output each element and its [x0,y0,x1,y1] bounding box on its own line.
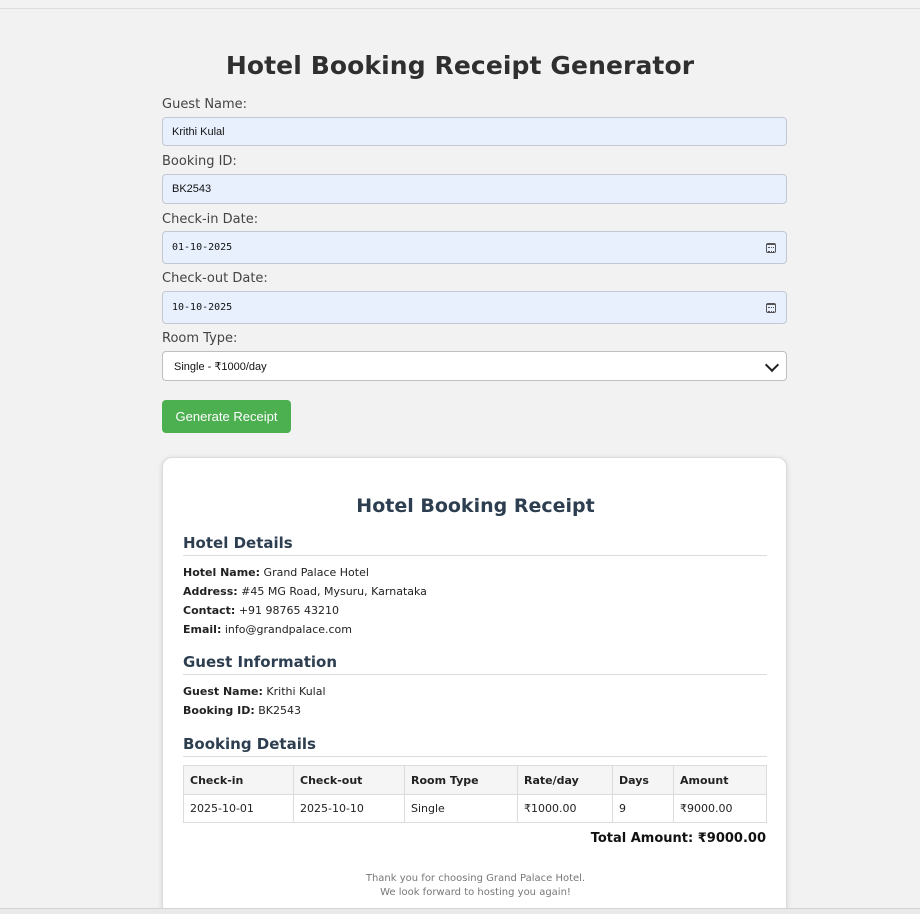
footer-line-2: We look forward to hosting you again! [380,887,571,898]
room-type-selected: Single - ₹1000/day [174,360,267,373]
table-header-row: Check-in Check-out Room Type Rate/day Da… [183,765,767,795]
chevron-down-icon [764,357,780,373]
bottom-divider [0,908,920,914]
col-room-type: Room Type [404,765,518,795]
check-in-value: 01-10-2025 [172,242,233,253]
check-out-label: Check-out Date: [162,271,268,286]
guest-info-heading: Guest Information [183,653,767,675]
receipt-booking-id-row: Booking ID: BK2543 [183,704,301,718]
check-out-value: 10-10-2025 [172,302,233,313]
receipt-card: Hotel Booking Receipt Hotel Details Hote… [162,457,787,914]
hotel-contact: +91 98765 43210 [238,604,340,617]
receipt-booking-id: BK2543 [258,704,302,717]
cell-check-out: 2025-10-10 [293,794,405,823]
receipt-guest-name-label: Guest Name: [183,685,263,698]
hotel-email-row: Email: info@grandpalace.com [183,623,352,637]
booking-id-label: Booking ID: [162,154,237,169]
room-type-select[interactable]: Single - ₹1000/day [162,351,787,381]
hotel-name-row: Hotel Name: Grand Palace Hotel [183,566,369,580]
calendar-icon[interactable] [766,242,776,253]
cell-days: 9 [612,794,674,823]
guest-name-input[interactable]: Krithi Kulal [162,117,787,146]
footer-line-1: Thank you for choosing Grand Palace Hote… [365,873,586,884]
col-check-in: Check-in [183,765,294,795]
generate-receipt-button[interactable]: Generate Receipt [162,400,291,433]
receipt-booking-id-label: Booking ID: [183,704,255,717]
hotel-details-heading: Hotel Details [183,534,767,556]
cell-rate: ₹1000.00 [517,794,613,823]
check-out-date-input[interactable]: 10-10-2025 [162,291,787,324]
booking-id-input[interactable]: BK2543 [162,174,787,204]
check-in-date-input[interactable]: 01-10-2025 [162,231,787,264]
booking-table: Check-in Check-out Room Type Rate/day Da… [183,765,767,823]
calendar-icon[interactable] [766,302,776,313]
booking-id-value: BK2543 [172,183,212,195]
receipt-guest-name-row: Guest Name: Krithi Kulal [183,685,326,699]
booking-details-heading: Booking Details [183,735,767,757]
receipt-guest-name: Krithi Kulal [266,685,326,698]
col-check-out: Check-out [293,765,405,795]
col-rate: Rate/day [517,765,613,795]
cell-amount: ₹9000.00 [673,794,767,823]
cell-check-in: 2025-10-01 [183,794,294,823]
check-in-label: Check-in Date: [162,212,259,227]
hotel-address-row: Address: #45 MG Road, Mysuru, Karnataka [183,585,427,599]
receipt-title: Hotel Booking Receipt [356,495,595,517]
hotel-contact-row: Contact: +91 98765 43210 [183,604,339,618]
email-label: Email: [183,623,222,636]
col-days: Days [612,765,674,795]
cell-room-type: Single [404,794,518,823]
page-title: Hotel Booking Receipt Generator [225,51,695,80]
address-label: Address: [183,585,238,598]
hotel-address: #45 MG Road, Mysuru, Karnataka [241,585,427,598]
room-type-label: Room Type: [162,331,238,346]
top-divider [0,8,920,9]
hotel-name-label: Hotel Name: [183,566,261,579]
table-row: 2025-10-01 2025-10-10 Single ₹1000.00 9 … [183,794,767,823]
guest-name-label: Guest Name: [162,97,248,112]
total-amount: Total Amount: ₹9000.00 [590,831,766,846]
hotel-name: Grand Palace Hotel [263,566,369,579]
receipt-footer: Thank you for choosing Grand Palace Hote… [163,872,788,900]
col-amount: Amount [673,765,767,795]
contact-label: Contact: [183,604,236,617]
hotel-email: info@grandpalace.com [224,623,352,636]
guest-name-value: Krithi Kulal [172,125,225,138]
